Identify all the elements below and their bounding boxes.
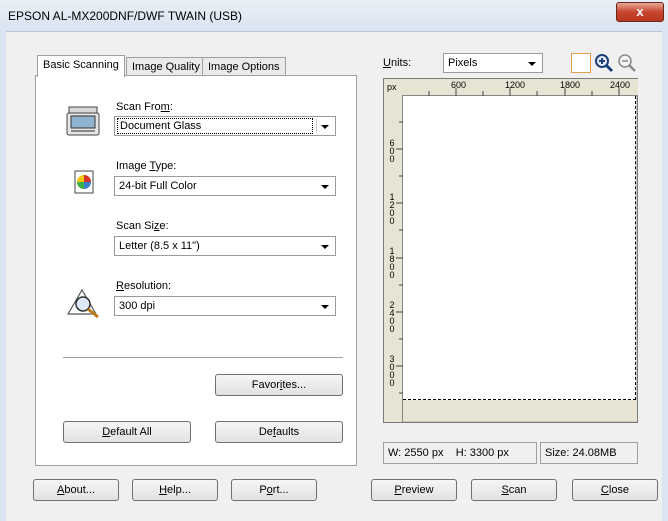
zoom-in-icon[interactable] xyxy=(594,53,614,73)
chevron-down-icon xyxy=(321,305,329,309)
title-bar: EPSON AL-MX200DNF/DWF TWAIN (USB) x xyxy=(0,0,668,32)
status-dimensions: W: 2550 px H: 3300 px xyxy=(383,442,537,464)
scan-from-select[interactable]: Document Glass xyxy=(114,116,336,136)
status-height: H: 3300 px xyxy=(455,447,509,459)
close-button[interactable]: Close xyxy=(572,479,658,501)
tab-basic-scanning[interactable]: Basic Scanning xyxy=(37,55,125,77)
default-all-button[interactable]: Default All xyxy=(63,421,191,443)
window-frame-left xyxy=(0,31,6,521)
window-title: EPSON AL-MX200DNF/DWF TWAIN (USB) xyxy=(8,9,243,23)
window-frame-right xyxy=(662,31,668,521)
combo-separator xyxy=(316,119,317,133)
selection-marquee-icon[interactable] xyxy=(571,53,591,73)
units-select[interactable]: Pixels xyxy=(443,53,543,73)
about-button[interactable]: About... xyxy=(33,479,119,501)
preview-background xyxy=(403,400,637,421)
ruler-v-tick: 600 xyxy=(389,138,395,164)
favorites-button[interactable]: Favorites... xyxy=(215,374,343,396)
tab-image-quality[interactable]: Image Quality xyxy=(126,57,206,76)
units-label: Units: xyxy=(383,57,412,69)
scan-page-preview[interactable] xyxy=(403,96,636,400)
chevron-down-icon xyxy=(528,62,536,66)
image-type-value: 24-bit Full Color xyxy=(119,180,197,192)
scan-size-label: Scan Size: xyxy=(116,220,169,232)
color-palette-icon xyxy=(74,170,94,194)
ruler-v-marks xyxy=(396,121,403,394)
zoom-out-icon[interactable] xyxy=(617,53,637,73)
scan-button[interactable]: Scan xyxy=(471,479,557,501)
ruler-v-tick: 3000 xyxy=(389,354,395,388)
chevron-down-icon xyxy=(321,125,329,129)
status-size: Size: 24.08MB xyxy=(540,442,638,464)
tab-image-options[interactable]: Image Options xyxy=(202,57,286,76)
close-window-button[interactable]: x xyxy=(616,2,664,22)
resolution-select[interactable]: 300 dpi xyxy=(114,296,336,316)
panel-divider xyxy=(63,357,343,359)
chevron-down-icon xyxy=(321,185,329,189)
port-button[interactable]: Port... xyxy=(231,479,317,501)
resolution-value: 300 dpi xyxy=(119,300,156,312)
status-width: W: 2550 px xyxy=(388,447,444,459)
units-value: Pixels xyxy=(448,57,478,69)
ruler-v-tick: 2400 xyxy=(389,300,395,334)
ruler-unit-label: px xyxy=(387,82,397,92)
image-type-select[interactable]: 24-bit Full Color xyxy=(114,176,336,196)
scan-from-value: Document Glass xyxy=(117,118,313,134)
image-type-label: Image Type: xyxy=(116,160,177,172)
ruler-corner: px xyxy=(384,79,403,96)
scan-size-value: Letter (8.5 x 11") xyxy=(119,240,200,252)
scan-from-label: Scan From: xyxy=(116,101,173,113)
scan-size-select[interactable]: Letter (8.5 x 11") xyxy=(114,236,336,256)
ruler-v-tick: 1800 xyxy=(389,246,395,280)
chevron-down-icon xyxy=(321,245,329,249)
scanner-icon xyxy=(66,106,100,136)
ruler-v-tick: 1200 xyxy=(389,192,395,226)
defaults-button[interactable]: Defaults xyxy=(215,421,343,443)
resolution-label: Resolution: xyxy=(116,280,172,292)
preview-button[interactable]: Preview xyxy=(371,479,457,501)
help-button[interactable]: Help... xyxy=(132,479,218,501)
magnifier-resolution-icon xyxy=(66,288,99,318)
ruler-h-marks xyxy=(428,88,620,96)
